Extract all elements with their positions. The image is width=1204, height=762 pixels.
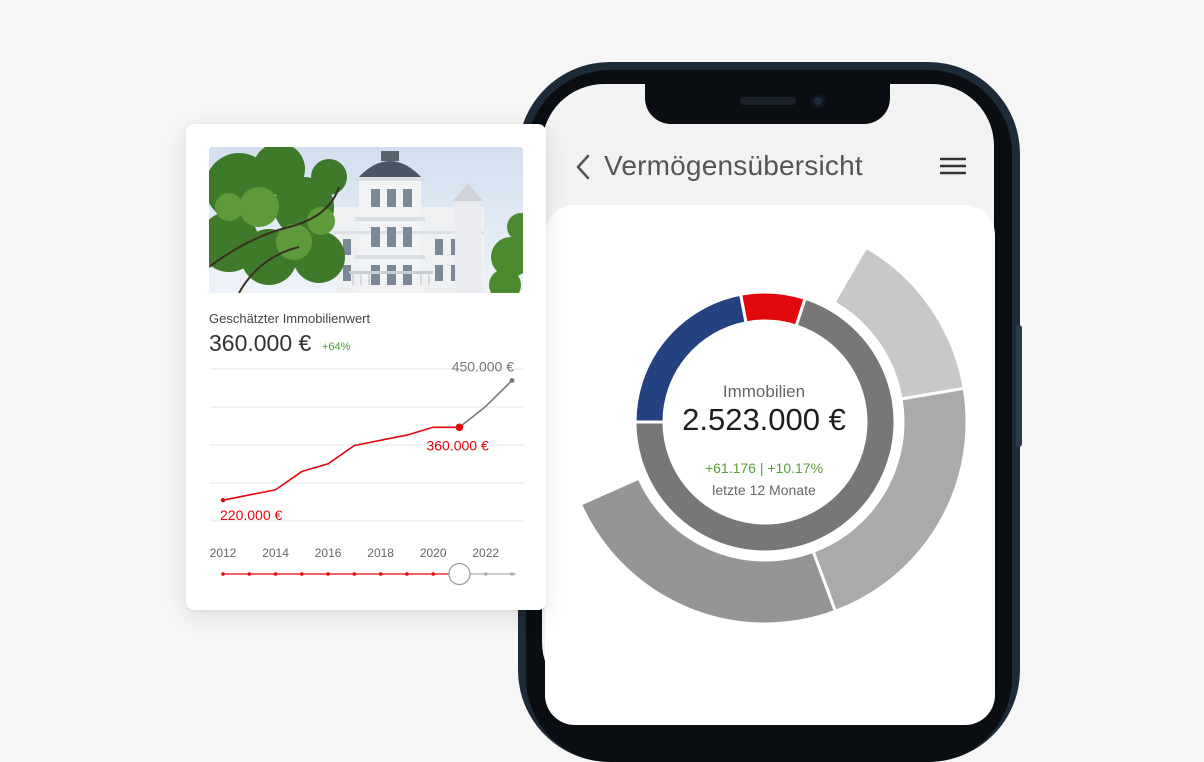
year-tick-label: 2014 [262, 546, 289, 560]
value-projection-line [458, 379, 513, 428]
year-tick-label: 2020 [420, 546, 447, 560]
property-photo [209, 147, 523, 293]
timeline-tick[interactable] [300, 572, 304, 576]
timeline-tick[interactable] [405, 572, 409, 576]
phone-side-button [1016, 325, 1022, 447]
projection-end-point [509, 378, 515, 383]
start-point [220, 497, 226, 503]
inner-segment-red[interactable] [738, 290, 808, 328]
timeline-tick[interactable] [273, 572, 278, 576]
asset-donut-chart[interactable] [560, 250, 970, 640]
current-point[interactable] [455, 423, 464, 432]
timeline-tick[interactable] [483, 572, 488, 576]
donut-change-value: +61.176 | +10.17% [704, 460, 824, 476]
year-tick-label: 2012 [210, 546, 237, 560]
timeline-tick[interactable] [510, 572, 514, 576]
timeline-tick[interactable] [352, 572, 357, 576]
timeline-tick[interactable] [247, 572, 252, 576]
donut-total-value: 2.523.000 € [682, 402, 846, 437]
donut-period-label: letzte 12 Monate [712, 482, 816, 498]
outer-segment-dark[interactable] [578, 476, 838, 626]
year-tick-label: 2018 [367, 546, 394, 560]
property-value-change: +64% [322, 341, 351, 353]
property-value-label: Geschätzter Immobilienwert [209, 311, 371, 326]
timeline-tick[interactable] [431, 572, 435, 576]
timeline-slider-handle[interactable] [448, 562, 471, 586]
timeline-tick[interactable] [326, 572, 330, 576]
property-value: 360.000 € [209, 330, 312, 356]
front-camera [811, 94, 825, 108]
chevron-left-icon[interactable] [574, 152, 594, 182]
value-history-line [222, 426, 460, 501]
speaker-grille [740, 97, 796, 105]
property-value-line-chart[interactable]: 220.000 € 360.000 € 450.000 € 2012 2014 2016 2… [186, 360, 546, 590]
current-value-label: 360.000 € [426, 437, 488, 453]
page-title: Vermögensübersicht [604, 150, 863, 181]
hamburger-menu-icon[interactable] [940, 156, 966, 176]
year-tick-label: 2022 [472, 546, 499, 560]
donut-category-label: Immobilien [722, 382, 806, 401]
timeline-tick[interactable] [378, 572, 383, 576]
projected-value-label: 450.000 € [452, 360, 514, 374]
start-value-label: 220.000 € [220, 507, 282, 523]
year-tick-label: 2016 [315, 546, 342, 560]
timeline-tick[interactable] [221, 572, 225, 576]
outer-segment-light[interactable] [831, 250, 966, 401]
